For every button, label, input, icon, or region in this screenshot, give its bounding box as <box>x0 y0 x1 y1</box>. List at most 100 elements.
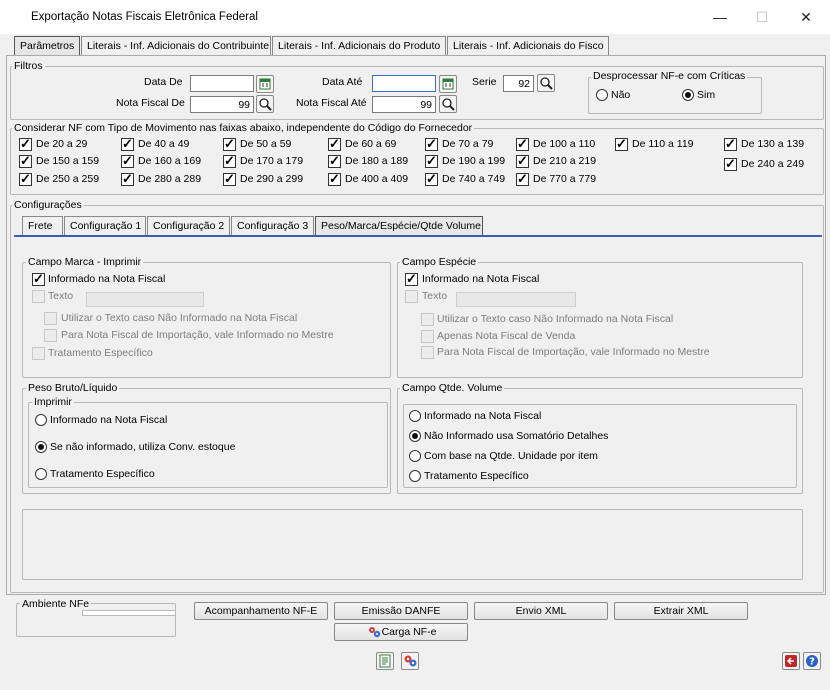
minimize-button[interactable]: — <box>700 4 740 30</box>
especie-importacao-label: Para Nota Fiscal de Importação, vale Inf… <box>437 346 710 358</box>
especie-utilizar-checkbox[interactable] <box>421 313 434 326</box>
faixa-checkbox[interactable] <box>223 153 236 169</box>
data-de-input[interactable] <box>190 75 254 92</box>
maximize-button[interactable]: ☐ <box>742 4 782 30</box>
nf-de-input[interactable] <box>190 96 254 113</box>
marca-especifico-checkbox[interactable] <box>32 347 45 360</box>
faixa-checkbox[interactable] <box>223 171 236 187</box>
faixa-checkbox[interactable] <box>121 171 134 187</box>
ambiente-legend: Ambiente NFe <box>20 598 92 610</box>
nf-ate-input[interactable] <box>372 96 436 113</box>
desprocessar-sim-radio[interactable] <box>682 89 694 101</box>
tab-literais-contribuinte[interactable]: Literais - Inf. Adicionais do Contribuin… <box>81 36 271 55</box>
especie-venda-checkbox[interactable] <box>421 330 434 343</box>
faixa-checkbox[interactable] <box>724 136 737 152</box>
marca-texto-input[interactable] <box>86 292 204 307</box>
emissao-danfe-button[interactable]: Emissão DANFE <box>334 602 468 620</box>
faixa-checkbox[interactable] <box>223 136 236 152</box>
faixa-checkbox[interactable] <box>425 136 438 152</box>
faixa-checkbox[interactable] <box>328 153 341 169</box>
extrair-xml-button[interactable]: Extrair XML <box>614 602 748 620</box>
carga-nfe-button[interactable]: Carga NF-e <box>334 623 468 641</box>
especie-informado-checkbox[interactable] <box>405 271 418 287</box>
volume-legend: Campo Qtde. Volume <box>400 382 505 394</box>
faixa-checkbox[interactable] <box>516 171 529 187</box>
report-icon <box>379 654 391 668</box>
tab-configuracao-1[interactable]: Configuração 1 <box>64 216 146 235</box>
nf-ate-label: Nota Fiscal Até <box>296 97 367 109</box>
faixa-label: De 290 a 299 <box>240 173 304 185</box>
title-bar: Exportação Notas Fiscais Eletrônica Fede… <box>0 0 830 34</box>
config-tabs: Frete Configuração 1 Configuração 2 Conf… <box>22 216 822 235</box>
tab-configuracao-3[interactable]: Configuração 3 <box>231 216 314 235</box>
faixa-checkbox[interactable] <box>425 153 438 169</box>
volume-opt1-radio[interactable] <box>409 410 421 422</box>
report-button[interactable] <box>376 652 394 670</box>
desprocessar-nao-radio[interactable] <box>596 89 608 101</box>
serie-search-button[interactable] <box>537 74 555 92</box>
peso-opt1-radio[interactable] <box>35 414 47 426</box>
data-ate-input[interactable] <box>372 75 436 92</box>
faixa-checkbox[interactable] <box>19 153 32 169</box>
especie-texto-input[interactable] <box>456 292 576 307</box>
faixa-checkbox[interactable] <box>121 136 134 152</box>
envio-xml-button[interactable]: Envio XML <box>474 602 608 620</box>
calendar-button[interactable] <box>256 75 274 93</box>
configuracoes-legend: Configurações <box>12 199 84 211</box>
tab-peso-marca-especie[interactable]: Peso/Marca/Espécie/Qtde Volume <box>315 216 483 235</box>
desprocessar-legend: Desprocessar NF-e com Críticas <box>591 70 748 82</box>
faixa-checkbox[interactable] <box>19 136 32 152</box>
gears-icon <box>404 655 417 667</box>
faixa-label: De 70 a 79 <box>442 138 494 150</box>
faixa-label: De 150 a 159 <box>36 155 100 167</box>
tab-literais-produto[interactable]: Literais - Inf. Adicionais do Produto <box>272 36 446 55</box>
faixa-checkbox[interactable] <box>328 171 341 187</box>
settings-button[interactable] <box>401 652 419 670</box>
marca-texto-checkbox[interactable] <box>32 290 45 303</box>
peso-legend: Peso Bruto/Líquido <box>26 382 120 394</box>
nf-ate-search-button[interactable] <box>439 95 457 113</box>
faixa-checkbox[interactable] <box>516 153 529 169</box>
marca-importacao-checkbox[interactable] <box>44 329 57 342</box>
faixa-label: De 210 a 219 <box>533 155 597 167</box>
volume-opt4-label: Tratamento Específico <box>424 470 529 482</box>
peso-opt3-label: Tratamento Específico <box>50 468 155 480</box>
svg-text:?: ? <box>809 657 815 668</box>
faixa-label: De 250 a 259 <box>36 173 100 185</box>
faixa-checkbox[interactable] <box>724 156 737 172</box>
faixa-checkbox[interactable] <box>615 136 628 152</box>
faixa-checkbox[interactable] <box>121 153 134 169</box>
exit-button[interactable] <box>782 652 800 670</box>
tab-configuracao-2[interactable]: Configuração 2 <box>147 216 230 235</box>
especie-importacao-checkbox[interactable] <box>421 346 434 359</box>
serie-input[interactable] <box>503 75 534 92</box>
faixa-label: De 60 a 69 <box>345 138 397 150</box>
empty-panel <box>22 509 803 580</box>
volume-opt4-radio[interactable] <box>409 470 421 482</box>
volume-opt2-radio[interactable] <box>409 430 421 442</box>
nf-de-search-button[interactable] <box>256 95 274 113</box>
faixa-checkbox[interactable] <box>19 171 32 187</box>
calendar-icon <box>442 78 454 90</box>
tab-literais-fisco[interactable]: Literais - Inf. Adicionais do Fisco <box>447 36 609 55</box>
marca-utilizar-label: Utilizar o Texto caso Não Informado na N… <box>61 312 298 324</box>
peso-opt3-radio[interactable] <box>35 468 47 480</box>
marca-informado-checkbox[interactable] <box>32 271 45 287</box>
faixa-label: De 190 a 199 <box>442 155 506 167</box>
faixa-checkbox[interactable] <box>516 136 529 152</box>
faixa-checkbox[interactable] <box>328 136 341 152</box>
faixa-checkbox[interactable] <box>425 171 438 187</box>
help-button[interactable]: ? <box>803 652 821 670</box>
nf-de-label: Nota Fiscal De <box>116 97 185 109</box>
filtros-legend: Filtros <box>12 60 45 72</box>
tab-frete[interactable]: Frete <box>22 216 63 235</box>
tab-parametros[interactable]: Parâmetros <box>14 36 80 55</box>
acompanhamento-button[interactable]: Acompanhamento NF-E <box>194 602 328 620</box>
calendar-button-2[interactable] <box>439 75 457 93</box>
volume-opt3-radio[interactable] <box>409 450 421 462</box>
marca-utilizar-checkbox[interactable] <box>44 312 57 325</box>
close-button[interactable]: ✕ <box>786 4 826 30</box>
peso-opt2-radio[interactable] <box>35 441 47 453</box>
window-title: Exportação Notas Fiscais Eletrônica Fede… <box>31 11 258 23</box>
especie-texto-checkbox[interactable] <box>405 290 418 303</box>
